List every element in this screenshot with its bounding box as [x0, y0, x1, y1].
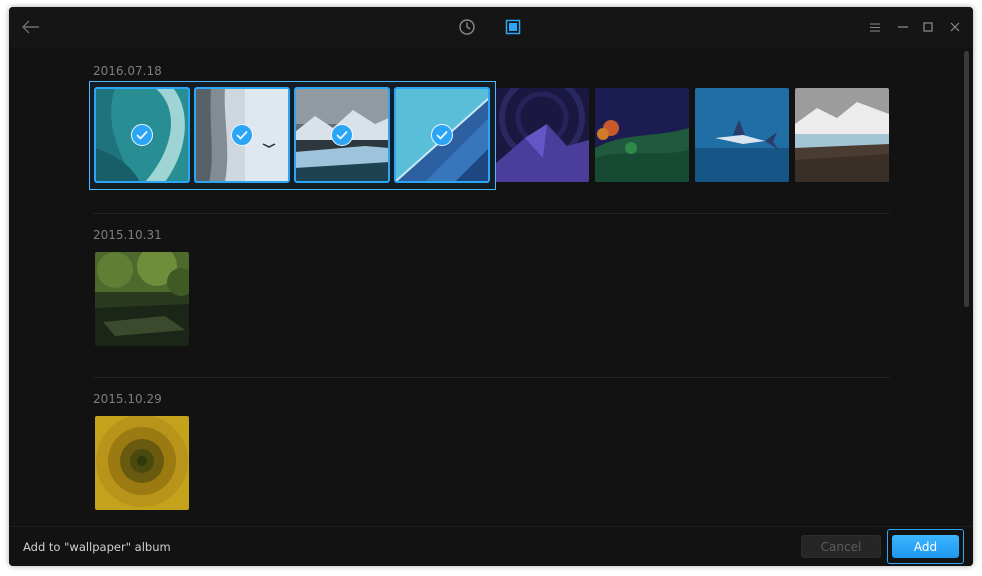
photo-grid: 2016.07.18 2015.10.31 2015.10.29 [9, 47, 973, 526]
photo-thumbnail[interactable] [95, 416, 189, 510]
selected-check-icon [231, 124, 253, 146]
window-maximize-button[interactable] [918, 17, 938, 37]
photo-thumbnail[interactable] [95, 252, 189, 346]
group-date: 2015.10.29 [93, 392, 162, 406]
footer-hint: Add to "wallpaper" album [23, 540, 171, 554]
photo-thumbnail[interactable] [94, 87, 190, 183]
selected-check-icon [331, 124, 353, 146]
maximize-icon [923, 22, 933, 32]
photo-thumbnail[interactable] [695, 88, 789, 182]
tab-timeline[interactable] [455, 15, 479, 39]
group-date: 2015.10.31 [93, 228, 162, 242]
group-separator [93, 213, 890, 214]
scrollbar[interactable] [964, 51, 969, 307]
back-button[interactable] [17, 15, 45, 39]
menu-icon [870, 23, 880, 31]
clock-icon [459, 19, 475, 35]
cancel-button[interactable]: Cancel [801, 535, 881, 558]
window-close-button[interactable] [945, 17, 965, 37]
photo-thumbnail[interactable] [595, 88, 689, 182]
minimize-icon [898, 26, 908, 28]
photo-thumbnail[interactable] [294, 87, 390, 183]
photo-thumbnail[interactable] [795, 88, 889, 182]
group-separator [93, 377, 890, 378]
photo-thumbnail[interactable] [394, 87, 490, 183]
selected-check-icon [431, 124, 453, 146]
window-minimize-button[interactable] [893, 17, 913, 37]
arrow-left-icon [22, 20, 39, 34]
selected-check-icon [131, 124, 153, 146]
group-date: 2016.07.18 [93, 64, 162, 78]
add-button[interactable]: Add [892, 535, 959, 558]
titlebar [9, 7, 973, 47]
close-icon [950, 22, 960, 32]
footer-bar: Add to "wallpaper" album Cancel Add [9, 526, 973, 566]
album-icon [505, 19, 521, 35]
album-picker-window: 2016.07.18 2015.10.31 2015.10.29 Add to … [9, 7, 973, 566]
window-menu-button[interactable] [865, 17, 885, 37]
photo-thumbnail[interactable] [194, 87, 290, 183]
photo-thumbnail[interactable] [495, 88, 589, 182]
tab-albums[interactable] [501, 15, 525, 39]
